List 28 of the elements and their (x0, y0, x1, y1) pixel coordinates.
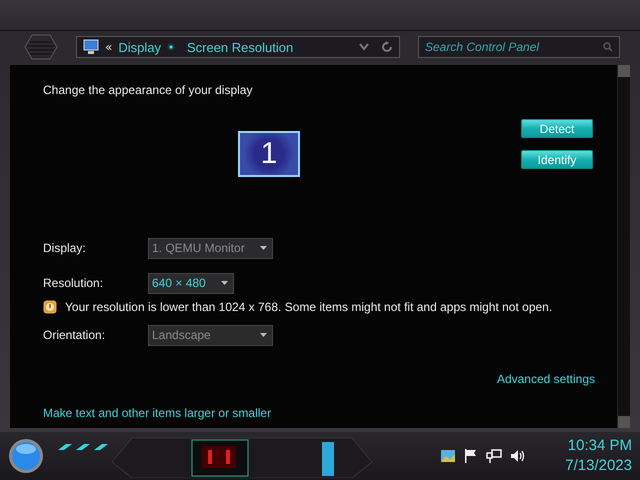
separator-dot-icon (166, 43, 175, 51)
hexagon-icon (24, 34, 58, 60)
warning-message: Your resolution is lower than 1024 x 768. Some items might not fit and apps might not open. (65, 300, 552, 314)
field-label: Display: (43, 241, 87, 255)
clock-date[interactable]: 7/13/2023 (565, 456, 632, 476)
dropdown-arrow-icon[interactable] (221, 280, 228, 286)
field-label: Resolution: (43, 276, 104, 290)
app-tray-icon[interactable] (440, 448, 456, 464)
monitor-icon (83, 39, 99, 55)
back-glyph[interactable]: « (105, 40, 112, 54)
link[interactable]: Make text and other items larger or smaller (43, 406, 272, 420)
clock-time[interactable]: 10:34 PM (568, 436, 632, 456)
field-label: Orientation: (43, 328, 106, 342)
address-bar[interactable]: « Display Screen Resolution (76, 36, 400, 58)
speaker-icon[interactable] (510, 448, 526, 464)
dropdown[interactable]: 640 × 480 (148, 272, 234, 294)
refresh-icon[interactable] (381, 41, 393, 53)
advanced-settings-link[interactable]: Advanced settings (496, 372, 595, 386)
search-field[interactable]: Search Control Panel (418, 36, 620, 58)
page-heading: Change the appearance of your display (43, 83, 254, 97)
monitor-thumbnail[interactable]: 1 (238, 131, 300, 177)
warning-icon (43, 300, 57, 314)
breadcrumb-item[interactable]: Screen Resolution (186, 40, 294, 54)
flag-icon[interactable] (464, 448, 478, 464)
network-icon[interactable] (486, 448, 502, 464)
start-orb-icon[interactable] (8, 438, 44, 474)
breadcrumb-item[interactable]: Display (118, 40, 161, 54)
scrollbar[interactable] (617, 65, 630, 428)
